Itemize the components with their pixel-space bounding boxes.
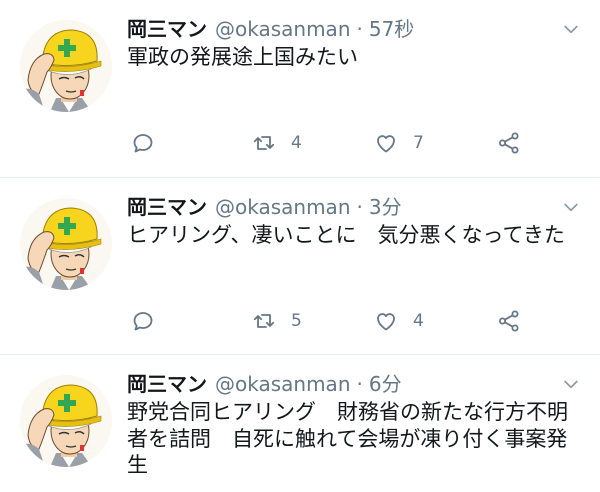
tweet-timestamp[interactable]: 57秒 — [369, 17, 414, 41]
tweet-text: ヒアリング、凄いことに 気分悪くなってきた — [127, 223, 565, 247]
retweet-icon[interactable] — [252, 309, 276, 333]
tweet-timestamp[interactable]: 6分 — [369, 372, 402, 396]
tweet-text: 野党合同ヒアリング 財務省の新たな行方不明者を詰問 自死に触れて会場が凍り付く事… — [127, 400, 568, 477]
tweet-actions: 4 7 — [0, 128, 600, 158]
like-count: 7 — [413, 133, 424, 153]
author-handle[interactable]: @okasanman — [215, 372, 351, 396]
reply-icon[interactable] — [131, 131, 155, 155]
tweet-actions: 5 4 — [0, 306, 600, 336]
share-icon[interactable] — [497, 309, 521, 333]
tweet-header: 岡三マン @okasanman · 57秒 — [127, 14, 414, 44]
header-separator: · — [356, 17, 363, 41]
retweet-icon[interactable] — [252, 131, 276, 155]
tweet-timestamp[interactable]: 3分 — [369, 195, 402, 219]
retweet-count: 4 — [291, 133, 302, 153]
helmet-character-avatar[interactable] — [20, 375, 112, 467]
header-separator: · — [356, 372, 363, 396]
author-name[interactable]: 岡三マン — [127, 195, 207, 219]
heart-icon[interactable] — [374, 309, 398, 333]
reply-icon[interactable] — [131, 309, 155, 333]
author-handle[interactable]: @okasanman — [215, 17, 351, 41]
chevron-down-icon[interactable] — [561, 374, 581, 394]
heart-icon[interactable] — [374, 131, 398, 155]
chevron-down-icon[interactable] — [561, 19, 581, 39]
author-name[interactable]: 岡三マン — [127, 372, 207, 396]
tweet-text: 軍政の発展途上国みたい — [127, 45, 358, 69]
retweet-count: 5 — [291, 311, 302, 331]
author-name[interactable]: 岡三マン — [127, 17, 207, 41]
header-separator: · — [356, 195, 363, 219]
author-handle[interactable]: @okasanman — [215, 195, 351, 219]
tweet[interactable]: 岡三マン @okasanman · 6分 野党合同ヒアリング 財務省の新たな行方不明者… — [0, 355, 600, 492]
helmet-character-avatar[interactable] — [20, 198, 112, 290]
tweet[interactable]: 岡三マン @okasanman · 57秒 軍政の発展途上国みたい 4 7 — [0, 0, 600, 178]
like-count: 4 — [413, 311, 424, 331]
helmet-character-avatar[interactable] — [20, 20, 112, 112]
chevron-down-icon[interactable] — [561, 197, 581, 217]
timeline: 岡三マン @okasanman · 57秒 軍政の発展途上国みたい 4 7 岡三マン @… — [0, 0, 600, 492]
tweet-header: 岡三マン @okasanman · 3分 — [127, 192, 402, 222]
tweet[interactable]: 岡三マン @okasanman · 3分 ヒアリング、凄いことに 気分悪くなってきた … — [0, 178, 600, 355]
share-icon[interactable] — [497, 131, 521, 155]
tweet-header: 岡三マン @okasanman · 6分 — [127, 369, 402, 399]
